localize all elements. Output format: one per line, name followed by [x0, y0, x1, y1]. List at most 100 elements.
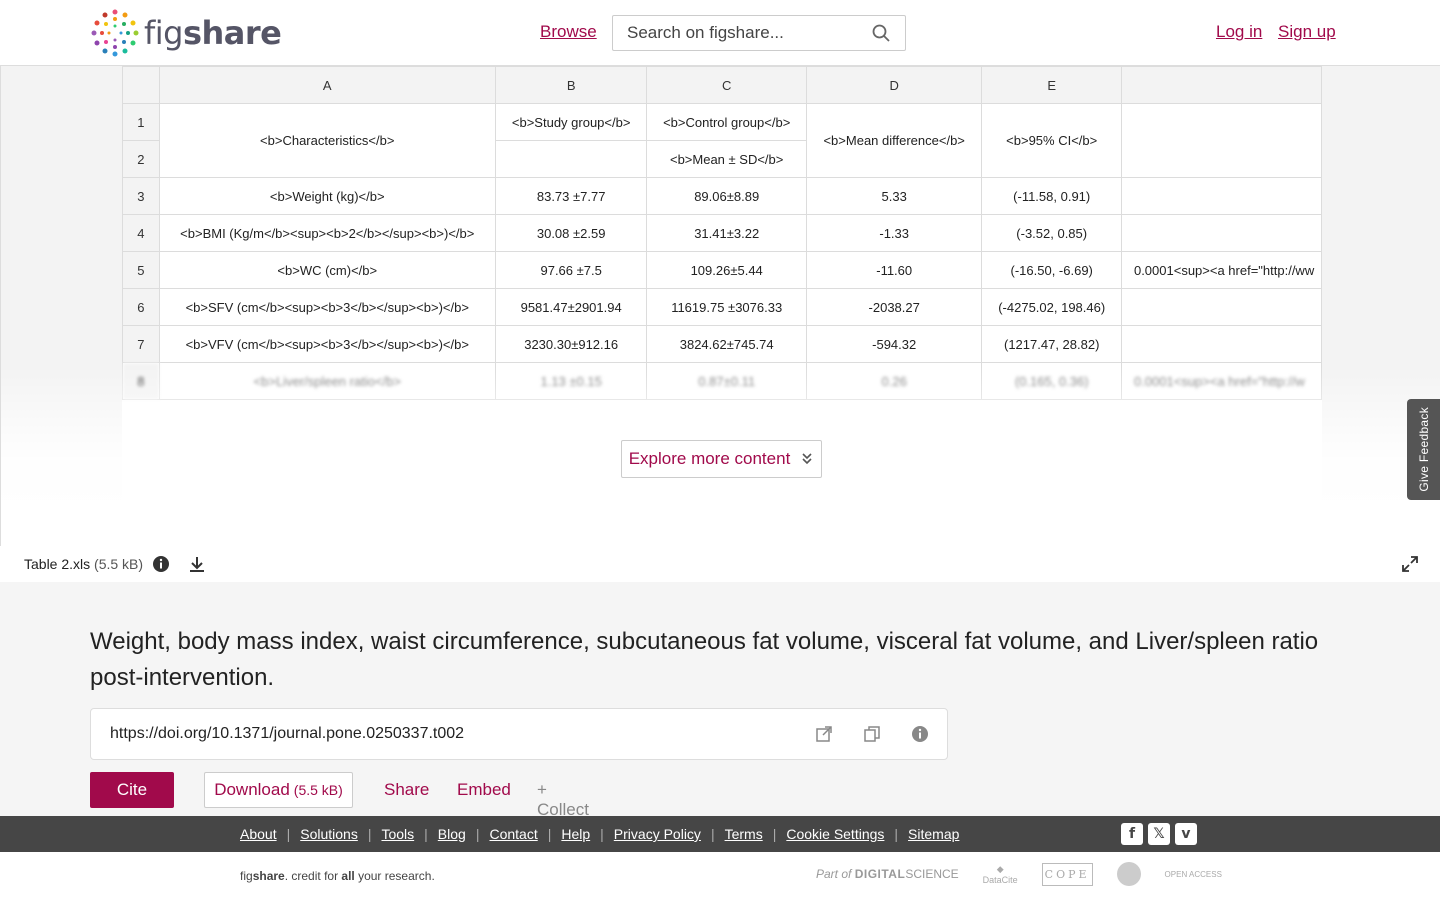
spreadsheet-grid: A B C D E 1 <b>Characteristics</b> <b>St…	[122, 66, 1322, 400]
column-header-b: B	[494, 66, 648, 104]
search-input[interactable]	[627, 23, 871, 43]
digital-science-logo[interactable]: Part of DIGITALSCIENCE	[816, 867, 959, 881]
open-access-logo[interactable]: OPEN ACCESS	[1165, 870, 1222, 879]
expand-icon[interactable]	[1401, 555, 1419, 573]
table-row: 7 <b>VFV (cm</b><sup><b>3</b></sup><b>)<…	[122, 325, 1322, 363]
column-header-a: A	[158, 66, 496, 104]
footer-link-cookies[interactable]: Cookie Settings	[786, 826, 884, 842]
file-size: (5.5 kB)	[94, 556, 144, 572]
cell: (1217.47, 28.82)	[981, 325, 1122, 363]
footer-link-contact[interactable]: Contact	[489, 826, 537, 842]
info-icon[interactable]	[152, 555, 170, 573]
footer-links: About | Solutions | Tools | Blog | Contact | …	[240, 826, 960, 842]
table-row: 1 <b>Characteristics</b> <b>Study group<…	[122, 103, 1322, 178]
facebook-icon[interactable]: f	[1121, 823, 1143, 845]
doi-box: https://doi.org/10.1371/journal.pone.025…	[90, 708, 948, 760]
cell: 83.73 ±7.77	[494, 177, 648, 215]
column-header-row: A B C D E	[122, 66, 1322, 104]
cell: 5.33	[805, 177, 983, 215]
datacite-logo[interactable]: ◆ DataCite	[983, 864, 1018, 885]
table-row: 5 <b>WC (cm)</b> 97.66 ±7.5 109.26±5.44 …	[122, 251, 1322, 289]
double-chevron-down-icon	[802, 453, 812, 465]
footer-link-terms[interactable]: Terms	[725, 826, 763, 842]
cell: <b>BMI (Kg/m</b><sup><b>2</b></sup><b>)<…	[158, 214, 496, 252]
give-feedback-tab[interactable]: Give Feedback	[1407, 399, 1440, 500]
row-number: 5	[122, 251, 160, 289]
figshare-logo-icon	[91, 9, 139, 57]
cell: <b>WC (cm)</b>	[158, 251, 496, 289]
cell: (0.165, 0.36)	[981, 362, 1122, 400]
x-icon[interactable]: 𝕏	[1148, 823, 1170, 845]
row-number: 7	[122, 325, 160, 363]
doi-link[interactable]: https://doi.org/10.1371/journal.pone.025…	[110, 725, 464, 743]
signup-link[interactable]: Sign up	[1278, 22, 1336, 42]
cell: (-11.58, 0.91)	[981, 177, 1122, 215]
footer-nav: About | Solutions | Tools | Blog | Contact | …	[0, 816, 1440, 852]
row-number: 3	[122, 177, 160, 215]
social-links: f 𝕏 v	[1121, 823, 1197, 845]
browse-link[interactable]: Browse	[540, 22, 597, 42]
footer-tagline: figshare. credit for all your research.	[240, 869, 435, 883]
footer-link-about[interactable]: About	[240, 826, 277, 842]
cell	[1120, 214, 1322, 252]
footer-link-help[interactable]: Help	[561, 826, 590, 842]
seal-logo[interactable]	[1116, 862, 1141, 886]
cell: <b>VFV (cm</b><sup><b>3</b></sup><b>)</b…	[158, 325, 496, 363]
item-title: Weight, body mass index, waist circumfer…	[90, 628, 1319, 691]
collect-link[interactable]: + Collect	[537, 780, 589, 820]
column-header-e: E	[981, 66, 1122, 104]
footer-link-privacy[interactable]: Privacy Policy	[614, 826, 701, 842]
footer-link-blog[interactable]: Blog	[438, 826, 466, 842]
explore-more-label: Explore more content	[628, 449, 791, 468]
table-row: 6 <b>SFV (cm</b><sup><b>3</b></sup><b>)<…	[122, 288, 1322, 326]
column-header-f	[1120, 66, 1322, 104]
partner-logos: Part of DIGITALSCIENCE ◆ DataCite COPE OP…	[816, 862, 1222, 886]
cell: (-3.52, 0.85)	[981, 214, 1122, 252]
search-icon[interactable]	[871, 23, 891, 43]
file-info-bar: Table 2.xls (5.5 kB)	[0, 546, 1440, 582]
info-icon[interactable]	[911, 725, 929, 743]
file-name: Table 2.xls (5.5 kB)	[24, 556, 144, 572]
cell	[1120, 288, 1322, 326]
download-icon[interactable]	[188, 555, 206, 573]
cell: 89.06±8.89	[646, 177, 807, 215]
footer-link-solutions[interactable]: Solutions	[300, 826, 358, 842]
cell: (-4275.02, 198.46)	[981, 288, 1122, 326]
row-number: 4	[122, 214, 160, 252]
column-header-c: C	[646, 66, 807, 104]
item-details: Weight, body mass index, waist circumfer…	[0, 582, 1440, 819]
cell: 3824.62±745.74	[646, 325, 807, 363]
footer-link-sitemap[interactable]: Sitemap	[908, 826, 959, 842]
cell: -11.60	[805, 251, 983, 289]
download-size: (5.5 kB)	[293, 782, 343, 798]
vimeo-icon[interactable]: v	[1175, 823, 1197, 845]
cell: 0.0001<sup><a href="http://w	[1120, 362, 1322, 400]
cell: <b>Mean difference</b>	[805, 103, 983, 178]
explore-more-button[interactable]: Explore more content	[621, 440, 822, 478]
footer-bottom: figshare. credit for all your research. …	[0, 852, 1440, 900]
cell	[494, 140, 648, 178]
embed-link[interactable]: Embed	[457, 780, 511, 800]
cell: 9581.47±2901.94	[494, 288, 648, 326]
footer-link-tools[interactable]: Tools	[381, 826, 414, 842]
login-link[interactable]: Log in	[1216, 22, 1262, 42]
row-number: 6	[122, 288, 160, 326]
cell: <b>Weight (kg)</b>	[158, 177, 496, 215]
row-number: 1	[122, 103, 160, 141]
figshare-logo[interactable]: figshare	[90, 8, 282, 58]
corner-cell	[122, 66, 160, 104]
cell: <b>Control group</b>	[646, 103, 807, 141]
table-row: 8 <b>Liver/spleen ratio</b> 1.13 ±0.15 0…	[122, 362, 1322, 400]
cell: <b>SFV (cm</b><sup><b>3</b></sup><b>)</b…	[158, 288, 496, 326]
copy-icon[interactable]	[863, 725, 881, 743]
cell: 109.26±5.44	[646, 251, 807, 289]
download-button[interactable]: Download (5.5 kB)	[204, 772, 353, 808]
cite-button[interactable]: Cite	[90, 772, 174, 808]
site-header: figshare Browse Log in Sign up	[0, 0, 1440, 66]
cope-logo[interactable]: COPE	[1041, 862, 1093, 886]
share-link[interactable]: Share	[384, 780, 429, 800]
cell	[1120, 325, 1322, 363]
external-link-icon[interactable]	[815, 725, 833, 743]
cell: <b>Mean ± SD</b>	[646, 140, 807, 178]
cell: -2038.27	[805, 288, 983, 326]
